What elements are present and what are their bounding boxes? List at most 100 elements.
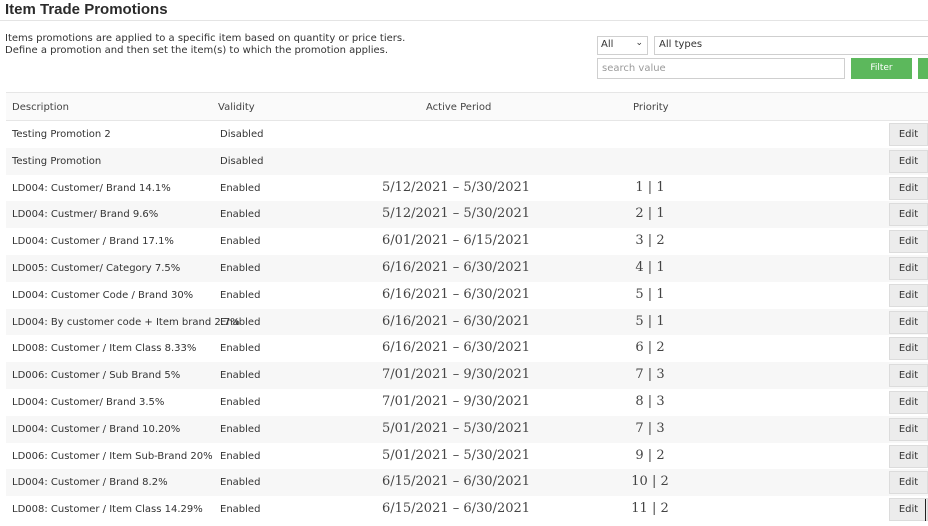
row-priority: 6 | 2 bbox=[635, 340, 665, 356]
row-active-period: 5/01/2021 – 5/30/2021 bbox=[381, 447, 531, 463]
edit-button[interactable]: Edit bbox=[889, 256, 928, 280]
edit-button[interactable]: Edit bbox=[889, 149, 928, 173]
page-title: Item Trade Promotions bbox=[5, 1, 168, 18]
row-description: LD004: By customer code + Item brand 2.7… bbox=[12, 316, 240, 328]
table-row: LD004: Customer / Brand 8.2% Enabled 6/15/… bbox=[6, 469, 928, 497]
edit-button[interactable]: Edit bbox=[889, 310, 928, 334]
column-header-priority: Priority bbox=[633, 102, 669, 113]
table-row: LD004: Customer/ Brand 3.5% Enabled 7/01/2… bbox=[6, 389, 928, 416]
row-description: LD004: Customer / Brand 8.2% bbox=[12, 477, 168, 489]
table-header: Description Validity Active Period Prior… bbox=[6, 92, 928, 121]
row-validity: Enabled bbox=[220, 450, 261, 462]
row-description: LD008: Customer / Item Class 8.33% bbox=[12, 343, 197, 355]
type-select-value: All types bbox=[659, 39, 703, 50]
row-description: Testing Promotion bbox=[12, 155, 102, 167]
scope-select-value: All bbox=[601, 39, 614, 50]
edit-button[interactable]: Edit bbox=[889, 471, 928, 495]
row-priority: 10 | 2 bbox=[631, 474, 669, 490]
row-active-period: 6/16/2021 – 6/30/2021 bbox=[381, 286, 531, 302]
scope-select[interactable]: All ⌄ bbox=[597, 36, 648, 55]
row-active-period: 6/15/2021 – 6/30/2021 bbox=[381, 474, 531, 490]
row-active-period: 5/01/2021 – 5/30/2021 bbox=[381, 420, 531, 436]
edit-button[interactable]: Edit bbox=[889, 364, 928, 388]
row-active-period: 6/01/2021 – 6/15/2021 bbox=[381, 233, 531, 249]
edit-button[interactable]: Edit bbox=[889, 230, 928, 254]
table-row: LD006: Customer / Sub Brand 5% Enabled 7/0… bbox=[6, 362, 928, 389]
row-validity: Enabled bbox=[220, 477, 261, 489]
row-validity: Enabled bbox=[220, 504, 261, 516]
table-row: LD006: Customer / Item Sub-Brand 20% Enab… bbox=[6, 443, 928, 470]
table-row: LD004: Customer/ Brand 14.1% Enabled 5/12/… bbox=[6, 175, 928, 202]
row-description: LD004: Customer/ Brand 3.5% bbox=[12, 396, 165, 408]
column-header-active-period: Active Period bbox=[426, 102, 492, 113]
row-validity: Enabled bbox=[220, 316, 261, 328]
table-row: Testing Promotion 2 Disabled Edit bbox=[6, 121, 928, 148]
edit-button[interactable]: Edit bbox=[889, 417, 928, 441]
row-validity: Enabled bbox=[220, 236, 261, 248]
row-validity: Disabled bbox=[220, 155, 264, 167]
row-priority: 4 | 1 bbox=[635, 259, 665, 275]
edit-button[interactable]: Edit bbox=[889, 337, 928, 361]
promotions-table: Description Validity Active Period Prior… bbox=[6, 92, 928, 523]
row-priority: 7 | 3 bbox=[635, 420, 665, 436]
row-validity: Enabled bbox=[220, 370, 261, 382]
row-active-period: 5/12/2021 – 5/30/2021 bbox=[381, 206, 531, 222]
row-description: LD005: Customer/ Category 7.5% bbox=[12, 262, 181, 274]
row-priority: 2 | 1 bbox=[635, 206, 665, 222]
row-description: LD006: Customer / Sub Brand 5% bbox=[12, 370, 181, 382]
row-validity: Enabled bbox=[220, 209, 261, 221]
type-select[interactable]: All types bbox=[654, 36, 928, 55]
table-row: LD004: Customer Code / Brand 30% Enabled 6… bbox=[6, 282, 928, 309]
search-input[interactable] bbox=[597, 58, 845, 79]
table-row: LD004: Custmer/ Brand 9.6% Enabled 5/12/20… bbox=[6, 201, 928, 229]
row-priority: 8 | 3 bbox=[635, 393, 665, 409]
row-description: LD006: Customer / Item Sub-Brand 20% bbox=[12, 450, 213, 462]
row-validity: Enabled bbox=[220, 396, 261, 408]
scrollbar-edge bbox=[925, 499, 926, 521]
row-validity: Enabled bbox=[220, 343, 261, 355]
row-description: LD008: Customer / Item Class 14.29% bbox=[12, 504, 203, 516]
row-description: LD004: Customer / Brand 17.1% bbox=[12, 236, 174, 248]
table-row: LD005: Customer/ Category 7.5% Enabled 6/1… bbox=[6, 254, 928, 282]
table-row: LD004: By customer code + Item brand 2.7… bbox=[6, 308, 928, 336]
row-active-period: 6/16/2021 – 6/30/2021 bbox=[381, 313, 531, 329]
column-header-validity: Validity bbox=[218, 102, 255, 113]
row-description: Testing Promotion 2 bbox=[12, 129, 111, 140]
title-divider bbox=[0, 20, 928, 21]
filter-button[interactable]: Filter bbox=[851, 58, 912, 79]
edit-button[interactable]: Edit bbox=[889, 203, 928, 227]
edit-button[interactable]: Edit bbox=[889, 498, 928, 522]
row-validity: Enabled bbox=[220, 423, 261, 435]
row-priority: 5 | 1 bbox=[635, 313, 665, 329]
edit-button[interactable]: Edit bbox=[889, 444, 928, 468]
row-priority: 3 | 2 bbox=[635, 233, 665, 249]
row-active-period: 6/16/2021 – 6/30/2021 bbox=[381, 259, 531, 275]
row-description: LD004: Customer / Brand 10.20% bbox=[12, 423, 181, 435]
add-button-partial[interactable] bbox=[918, 58, 928, 79]
table-row: LD008: Customer / Item Class 14.29% Enabl… bbox=[6, 496, 928, 523]
row-priority: 5 | 1 bbox=[635, 286, 665, 302]
edit-button[interactable]: Edit bbox=[889, 283, 928, 307]
table-row: LD004: Customer / Brand 17.1% Enabled 6/01… bbox=[6, 228, 928, 255]
row-active-period: 5/12/2021 – 5/30/2021 bbox=[381, 179, 531, 195]
row-active-period: 7/01/2021 – 9/30/2021 bbox=[381, 393, 531, 409]
table-row: LD004: Customer / Brand 10.20% Enabled 5/0… bbox=[6, 415, 928, 443]
chevron-down-icon: ⌄ bbox=[635, 38, 643, 48]
row-validity: Enabled bbox=[220, 262, 261, 274]
intro-line-1: Items promotions are applied to a specif… bbox=[5, 33, 406, 44]
row-description: LD004: Custmer/ Brand 9.6% bbox=[12, 209, 159, 221]
row-validity: Enabled bbox=[220, 289, 261, 301]
edit-button[interactable]: Edit bbox=[889, 176, 928, 200]
table-body: Testing Promotion 2 Disabled Edit Testing P… bbox=[6, 121, 928, 523]
row-priority: 9 | 2 bbox=[635, 447, 665, 463]
edit-button[interactable]: Edit bbox=[889, 123, 928, 146]
row-active-period: 6/16/2021 – 6/30/2021 bbox=[381, 340, 531, 356]
edit-button[interactable]: Edit bbox=[889, 390, 928, 414]
row-validity: Disabled bbox=[220, 129, 264, 140]
row-active-period: 7/01/2021 – 9/30/2021 bbox=[381, 367, 531, 383]
column-header-description: Description bbox=[12, 102, 69, 113]
row-description: LD004: Customer/ Brand 14.1% bbox=[12, 182, 171, 194]
row-priority: 1 | 1 bbox=[635, 179, 665, 195]
row-validity: Enabled bbox=[220, 182, 261, 194]
table-row: Testing Promotion Disabled Edit bbox=[6, 147, 928, 175]
